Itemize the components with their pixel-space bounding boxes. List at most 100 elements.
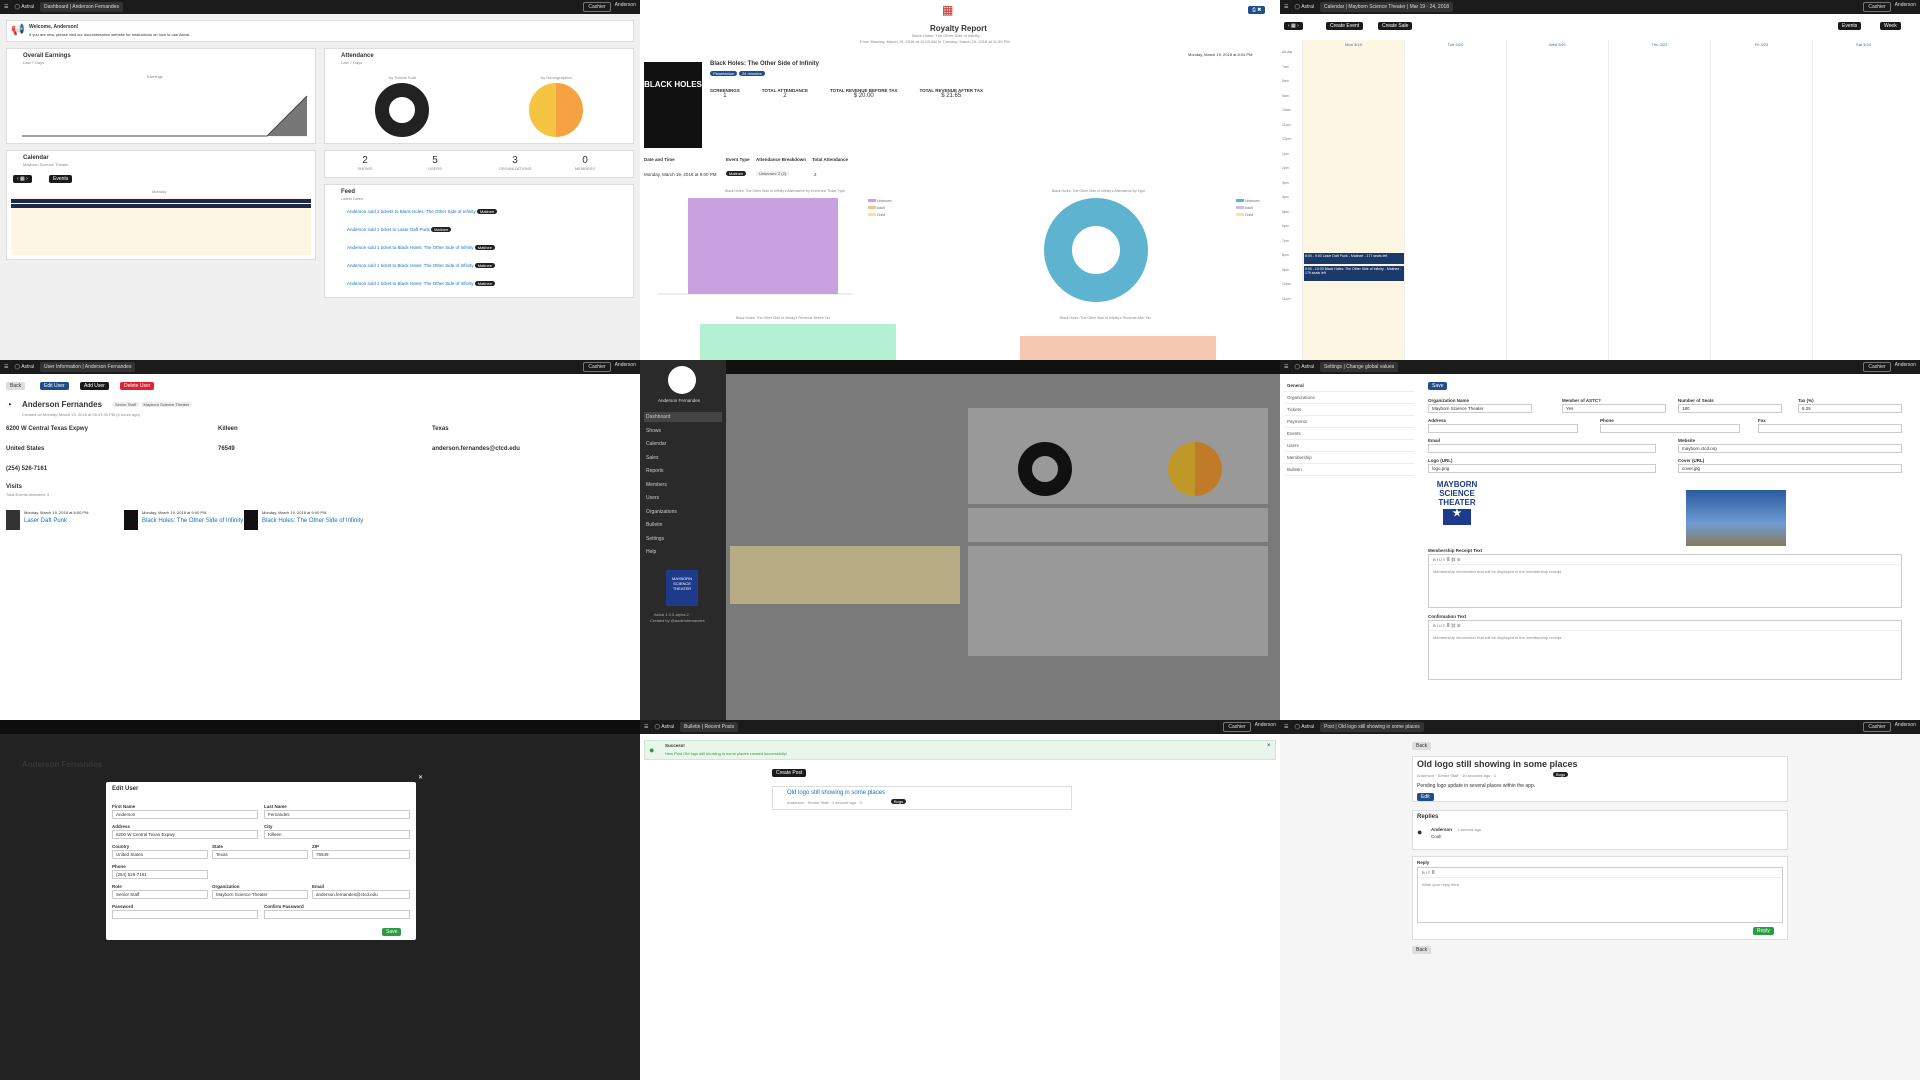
calendar-event[interactable]: 8:00 - 9:00 Laser Daft Punk - Matinee - … xyxy=(1304,253,1404,264)
day-header[interactable]: Sat 3/24 xyxy=(1813,40,1914,47)
settings-nav-general[interactable]: General xyxy=(1284,380,1414,392)
cashier-button[interactable]: Cashier xyxy=(1863,2,1891,12)
fax-input[interactable] xyxy=(1758,424,1902,433)
sidebar-item-reports[interactable]: Reports xyxy=(644,466,722,476)
address-input[interactable] xyxy=(1428,424,1578,433)
edit-user-button[interactable]: Edit User xyxy=(40,382,69,390)
cashier-button[interactable]: Cashier xyxy=(583,362,611,372)
day-column[interactable]: Sat 3/24 xyxy=(1812,40,1914,360)
sidebar-item-bulletin[interactable]: Bulletin xyxy=(644,520,722,530)
settings-nav-tickets[interactable]: Tickets xyxy=(1284,404,1414,416)
role-select[interactable] xyxy=(112,890,208,899)
cashier-button[interactable]: Cashier xyxy=(1863,722,1891,732)
sidebar-item-settings[interactable]: Settings xyxy=(644,534,722,544)
back-button[interactable]: Back xyxy=(6,382,26,390)
back-button[interactable]: Back xyxy=(1412,946,1432,954)
reply-button[interactable]: Reply xyxy=(1753,927,1774,935)
edit-button[interactable]: Edit xyxy=(1417,793,1434,801)
user-menu[interactable]: Anderson xyxy=(1895,722,1916,732)
reply-editor[interactable]: B I ≡ ≣ Write your reply here xyxy=(1417,867,1783,923)
confirm-password-input[interactable] xyxy=(264,910,410,919)
editor-toolbar[interactable]: B I ≡ ≣ xyxy=(1418,868,1782,878)
visit-show-link[interactable]: Laser Daft Punk xyxy=(24,518,67,524)
visit-show-link[interactable]: Black Holes: The Other Side of Infinity xyxy=(142,518,243,524)
app-logo[interactable]: ◯ Astral xyxy=(654,724,674,730)
sidebar-item-users[interactable]: Users xyxy=(644,493,722,503)
menu-icon[interactable]: ☰ xyxy=(4,364,8,370)
first-name-input[interactable] xyxy=(112,810,258,819)
day-header[interactable]: Tue 3/20 xyxy=(1405,40,1506,47)
org-select[interactable] xyxy=(212,890,308,899)
app-logo[interactable]: ◯ Astral xyxy=(14,4,34,10)
calendar-event[interactable]: 9:00 - 10:00 Black Holes: The Other Side… xyxy=(1304,266,1404,281)
save-button[interactable]: Save xyxy=(382,928,402,936)
user-menu[interactable]: Anderson xyxy=(1895,362,1916,372)
create-sale-button[interactable]: Create Sale xyxy=(1378,22,1413,30)
org-name-input[interactable] xyxy=(1428,404,1532,413)
day-header[interactable]: Wed 3/21 xyxy=(1507,40,1608,47)
feed-item[interactable]: Anderson sold 1 ticket to Black Holes: T… xyxy=(347,281,495,286)
sidebar-item-members[interactable]: Members xyxy=(644,480,722,490)
back-button[interactable]: Back xyxy=(1412,742,1432,750)
cashier-button[interactable]: Cashier xyxy=(583,2,611,12)
feed-item[interactable]: Anderson sold 1 ticket to Black Holes: T… xyxy=(347,263,495,268)
menu-icon[interactable]: ☰ xyxy=(1284,364,1288,370)
email-input[interactable] xyxy=(312,890,410,899)
country-select[interactable] xyxy=(112,850,208,859)
settings-nav-payments[interactable]: Payments xyxy=(1284,416,1414,428)
day-column[interactable]: Thu 3/22 xyxy=(1608,40,1710,360)
event-bar[interactable] xyxy=(11,199,311,203)
tax-input[interactable] xyxy=(1798,404,1902,413)
week-button[interactable]: Week xyxy=(1880,22,1901,30)
events-button[interactable]: Events xyxy=(1838,22,1862,30)
add-user-button[interactable]: Add User xyxy=(80,382,109,390)
confirm-editor[interactable]: B I U ≡ ≣ ⛓ ⊞ Membership information tha… xyxy=(1428,620,1902,680)
website-input[interactable] xyxy=(1678,444,1902,453)
logo-input[interactable] xyxy=(1428,464,1656,473)
app-logo[interactable]: ◯ Astral xyxy=(1294,724,1314,730)
create-event-button[interactable]: Create Event xyxy=(1326,22,1364,30)
post-card[interactable]: Old logo still showing in some places An… xyxy=(772,786,1072,810)
address-input[interactable] xyxy=(112,830,258,839)
sidebar-item-organizations[interactable]: Organizations xyxy=(644,507,722,517)
settings-nav-events[interactable]: Events xyxy=(1284,428,1414,440)
state-select[interactable] xyxy=(212,850,308,859)
post-title-link[interactable]: Old logo still showing in some places xyxy=(787,790,885,796)
app-logo[interactable]: ◯ Astral xyxy=(14,364,34,370)
editor-toolbar[interactable]: B I U ≡ ≣ ⛓ ⊞ xyxy=(1429,555,1901,565)
cashier-button[interactable]: Cashier xyxy=(1863,362,1891,372)
cashier-button[interactable]: Cashier xyxy=(1223,722,1251,732)
last-name-input[interactable] xyxy=(264,810,410,819)
day-column[interactable]: Fri 3/23 xyxy=(1710,40,1812,360)
sidebar-item-calendar[interactable]: Calendar xyxy=(644,439,722,449)
create-post-button[interactable]: Create Post xyxy=(772,769,807,777)
cover-input[interactable] xyxy=(1678,464,1902,473)
settings-nav-membership[interactable]: Membership xyxy=(1284,452,1414,464)
menu-icon[interactable]: ☰ xyxy=(1284,4,1288,10)
settings-nav-bulletin[interactable]: Bulletin xyxy=(1284,464,1414,476)
calendar-prev-button[interactable]: ‹ ▦ › xyxy=(13,175,32,183)
sidebar-item-shows[interactable]: Shows xyxy=(644,426,722,436)
user-menu[interactable]: Anderson xyxy=(1895,2,1916,12)
day-header[interactable]: Thu 3/22 xyxy=(1609,40,1710,47)
delete-user-button[interactable]: Delete User xyxy=(120,382,155,390)
feed-item[interactable]: Anderson sold 1 ticket to Black Holes: T… xyxy=(347,245,495,250)
sidebar-item-dashboard[interactable]: Dashboard xyxy=(644,412,722,422)
day-header[interactable]: Mon 3/19 xyxy=(1303,40,1404,47)
day-column[interactable]: Wed 3/21 xyxy=(1506,40,1608,360)
feed-item[interactable]: Anderson sold 2 tickets to Black Holes: … xyxy=(347,209,498,214)
zip-input[interactable] xyxy=(312,850,410,859)
day-column[interactable]: Mon 3/19 xyxy=(1302,40,1404,360)
calendar-nav-buttons[interactable]: ‹ ▦ › xyxy=(1284,22,1303,30)
events-button[interactable]: Events xyxy=(49,175,73,183)
settings-nav-users[interactable]: Users xyxy=(1284,440,1414,452)
user-menu[interactable]: Anderson xyxy=(1255,722,1276,732)
phone-input[interactable] xyxy=(1600,424,1740,433)
user-menu[interactable]: Anderson xyxy=(615,362,636,372)
day-header[interactable]: Fri 3/23 xyxy=(1711,40,1812,47)
print-button[interactable]: ⎙ ✖ xyxy=(1248,6,1266,14)
save-button[interactable]: Save xyxy=(1428,382,1448,390)
phone-input[interactable] xyxy=(112,870,208,879)
receipt-editor[interactable]: B I U ≡ ≣ ⛓ ⊞ Membership information tha… xyxy=(1428,554,1902,608)
close-icon[interactable]: × xyxy=(1267,743,1271,749)
